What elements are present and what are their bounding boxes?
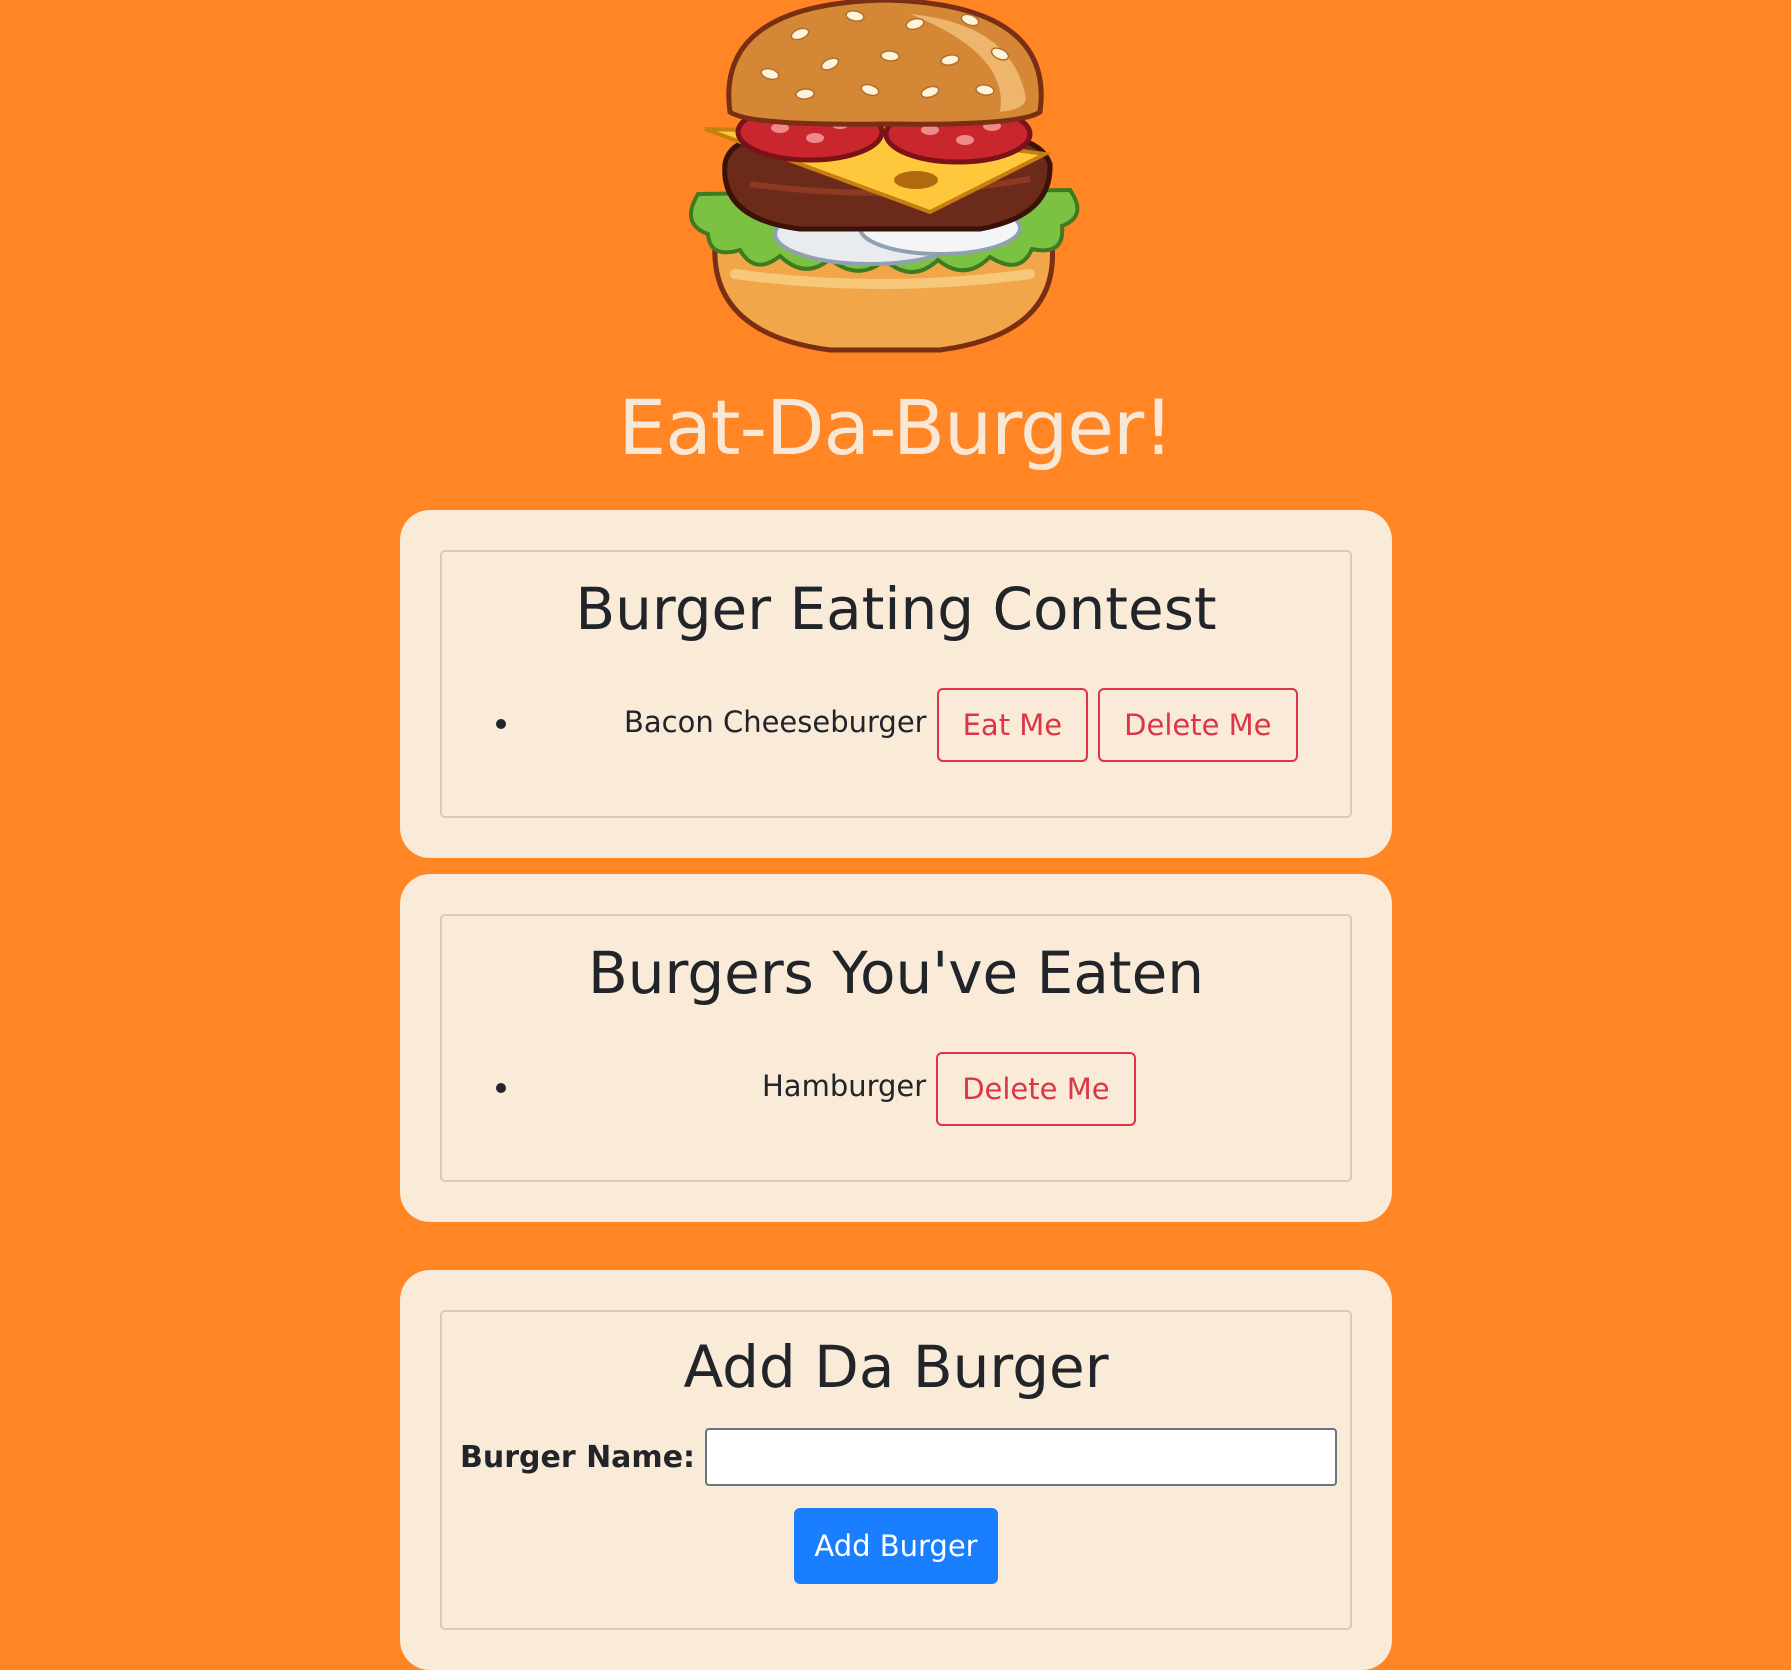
contest-heading: Burger Eating Contest: [575, 575, 1217, 643]
add-burger-heading: Add Da Burger: [683, 1333, 1109, 1401]
delete-me-button[interactable]: Delete Me: [1098, 688, 1298, 762]
burger-name-label: Burger Name:: [460, 1439, 696, 1475]
add-burger-button[interactable]: Add Burger: [794, 1508, 998, 1584]
burger-name-form-row: Burger Name:: [460, 1428, 1338, 1486]
delete-me-button[interactable]: Delete Me: [936, 1052, 1136, 1126]
list-item: Bacon Cheeseburger Eat Me Delete Me: [442, 688, 1350, 762]
eat-me-button[interactable]: Eat Me: [936, 688, 1089, 762]
add-burger-card: Add Da Burger Burger Name: Add Burger: [400, 1270, 1392, 1670]
burger-name: Hamburger: [762, 1069, 927, 1103]
bullet-icon: [496, 719, 506, 729]
bullet-icon: [496, 1083, 506, 1093]
list-item: Hamburger Delete Me: [442, 1052, 1350, 1126]
burger-name: Bacon Cheeseburger: [624, 705, 927, 739]
contest-card: Burger Eating Contest Bacon Cheeseburger…: [400, 510, 1392, 858]
add-burger-card-body: Add Da Burger Burger Name: Add Burger: [440, 1310, 1352, 1630]
page-title: Eat-Da-Burger!: [618, 383, 1174, 472]
burger-name-input[interactable]: [705, 1428, 1338, 1486]
eaten-card: Burgers You've Eaten Hamburger Delete Me: [400, 874, 1392, 1222]
contest-card-body: Burger Eating Contest Bacon Cheeseburger…: [440, 550, 1352, 818]
eaten-heading: Burgers You've Eaten: [587, 939, 1205, 1007]
eaten-card-body: Burgers You've Eaten Hamburger Delete Me: [440, 914, 1352, 1182]
burger-icon: [688, 0, 1080, 353]
